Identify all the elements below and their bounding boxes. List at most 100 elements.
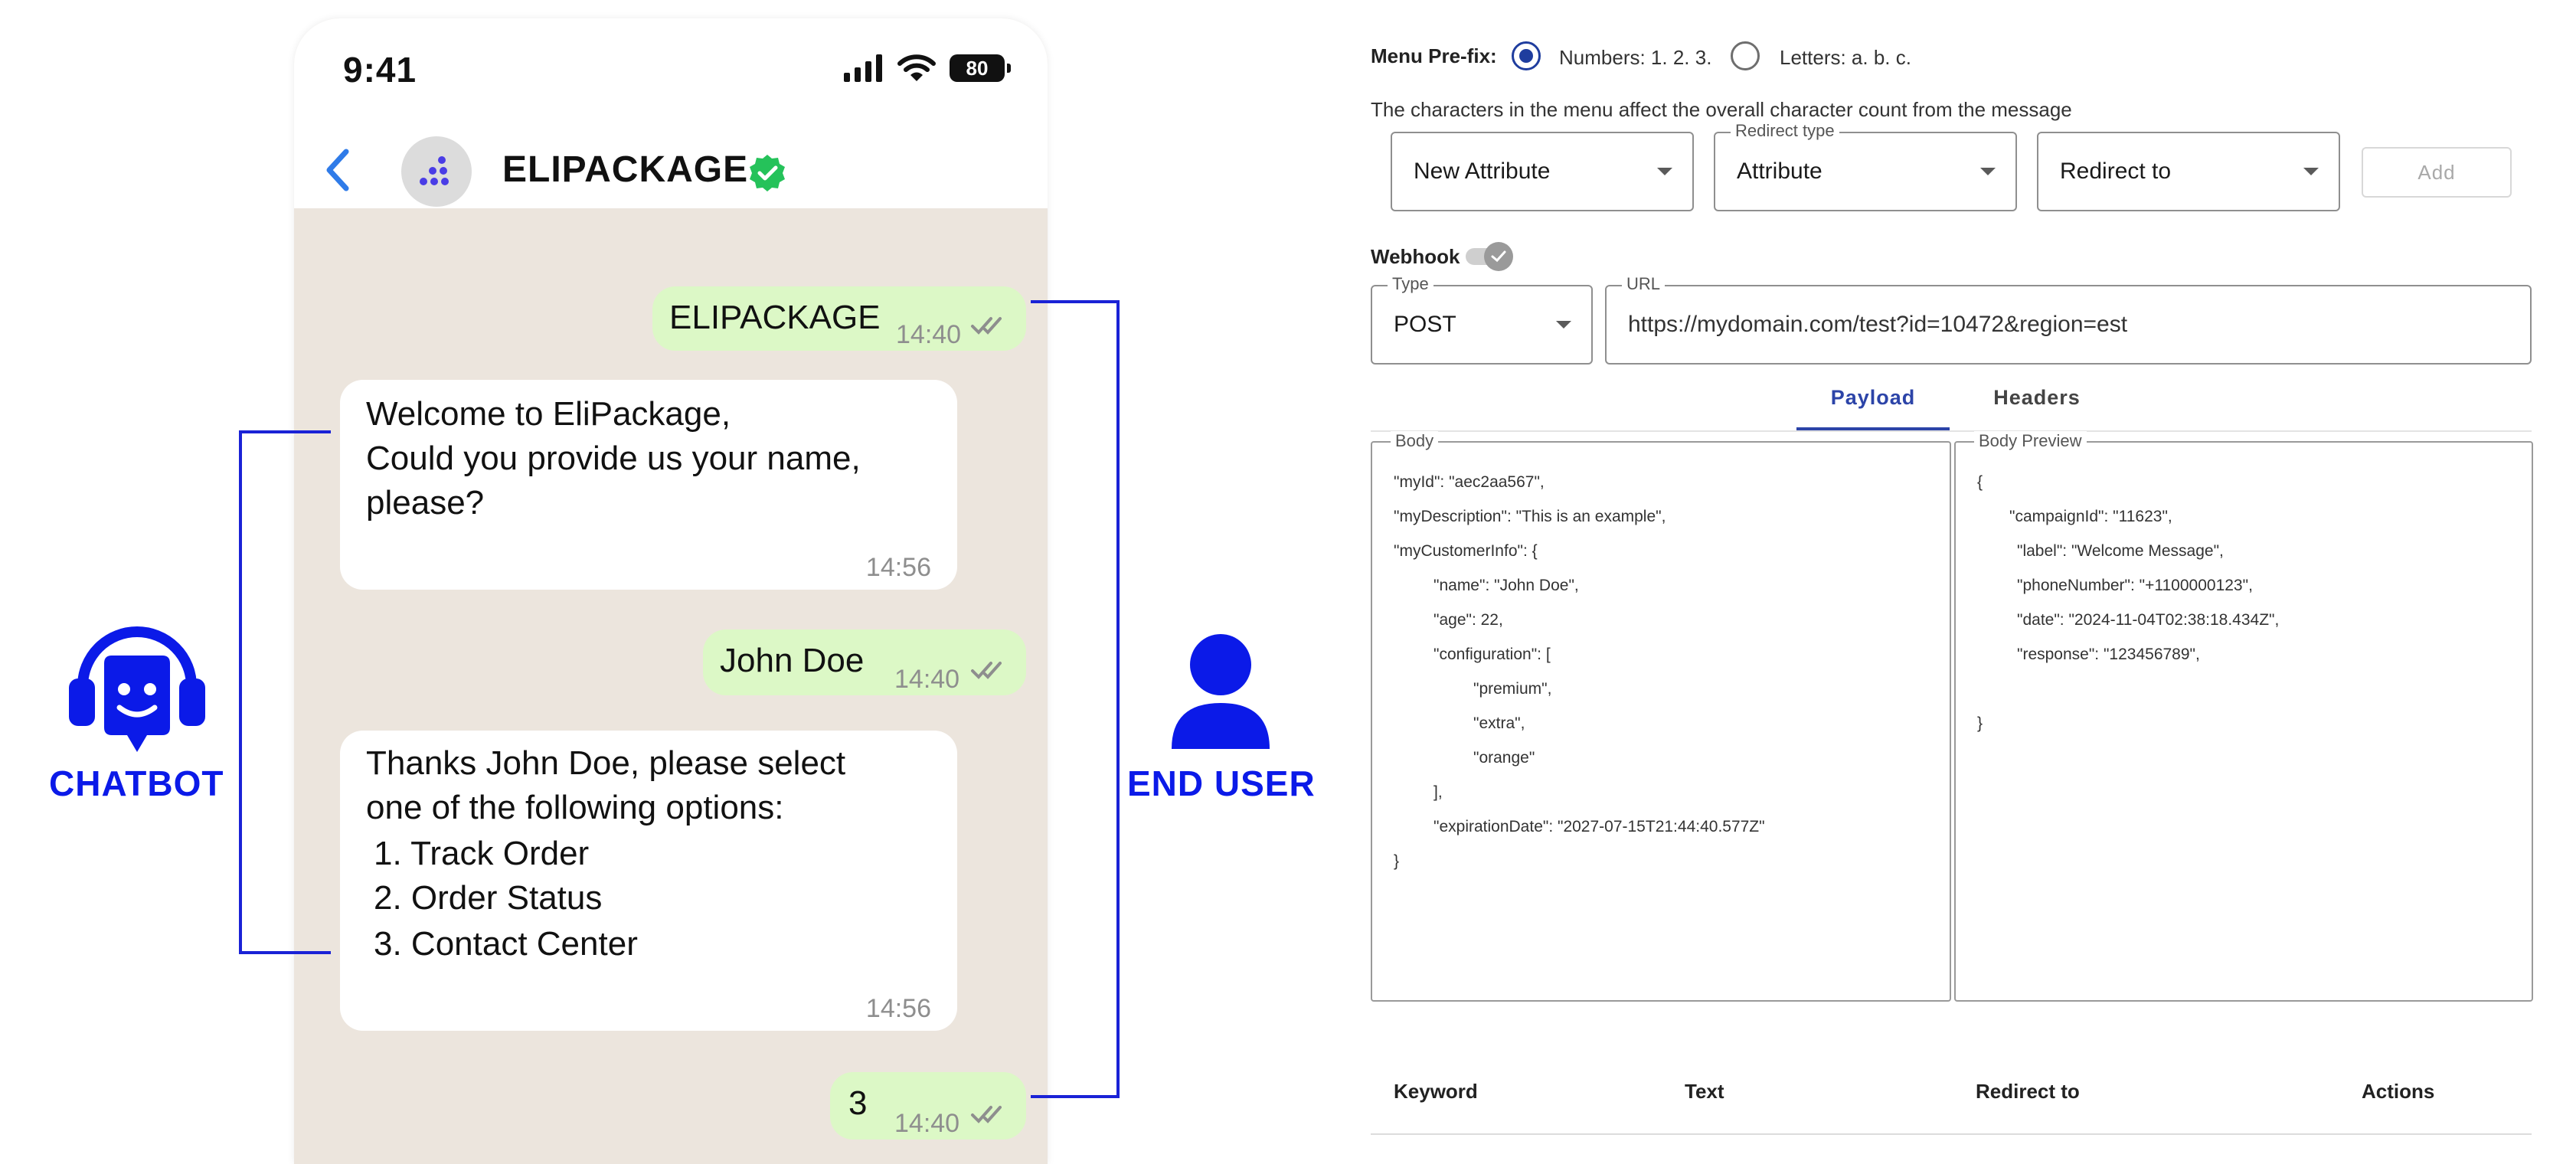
code-line: "date": "2024-11-04T02:38:18.434Z", bbox=[2017, 611, 2280, 629]
table-header-text: Text bbox=[1685, 1080, 1724, 1103]
code-line: "name": "John Doe", bbox=[1433, 577, 1579, 594]
wifi-icon bbox=[897, 54, 936, 81]
double-check-icon bbox=[971, 317, 1002, 335]
message-time: 14:40 bbox=[896, 320, 962, 349]
double-check-icon bbox=[971, 1106, 1002, 1123]
code-line: "configuration": [ bbox=[1433, 646, 1551, 663]
message-bubble-outgoing: John Doe 14:40 bbox=[703, 629, 1026, 695]
body-preview-legend: Body Preview bbox=[1974, 431, 2087, 451]
phone-mockup: 9:41 80 ELIPACKAGE ELIPACKAGE 14:40 Welc… bbox=[294, 18, 1048, 1164]
end-user-label: END USER bbox=[1127, 763, 1316, 803]
message-text: 3 bbox=[848, 1084, 868, 1122]
chatbot-bracket bbox=[239, 430, 331, 954]
chat-area: ELIPACKAGE 14:40 Welcome to EliPackage, … bbox=[294, 208, 1048, 1164]
code-line: "orange" bbox=[1473, 749, 1535, 767]
message-line: Thanks John Doe, please select bbox=[366, 744, 846, 782]
code-line: "myDescription": "This is an example", bbox=[1394, 508, 1666, 525]
code-line: "age": 22, bbox=[1433, 611, 1503, 629]
code-line: "label": "Welcome Message", bbox=[2017, 542, 2224, 560]
webhook-toggle[interactable] bbox=[1461, 240, 1515, 271]
body-preview: Body Preview { "campaignId": "11623", "l… bbox=[1954, 431, 2533, 1002]
chevron-down-icon bbox=[1556, 321, 1571, 329]
redirect-to-select[interactable]: Redirect to bbox=[2037, 132, 2340, 211]
chevron-down-icon bbox=[1657, 168, 1672, 175]
back-arrow-icon[interactable] bbox=[320, 147, 358, 193]
code-line: } bbox=[1394, 852, 1400, 870]
end-user-bracket bbox=[1031, 300, 1120, 1098]
message-bubble-incoming: Welcome to EliPackage, Could you provide… bbox=[340, 380, 957, 590]
message-text: ELIPACKAGE bbox=[669, 299, 881, 336]
code-line: } bbox=[1977, 714, 1983, 732]
chat-header: ELIPACKAGE bbox=[294, 126, 1048, 208]
status-time: 9:41 bbox=[343, 50, 417, 90]
menu-hint-text: The characters in the menu affect the ov… bbox=[1371, 98, 2072, 121]
check-icon bbox=[1491, 250, 1506, 263]
redirect-to-value: Redirect to bbox=[2060, 159, 2172, 184]
code-line: ], bbox=[1433, 783, 1443, 801]
menu-prefix-label: Menu Pre-fix: bbox=[1371, 44, 1497, 67]
redirect-type-select[interactable]: Redirect type Attribute bbox=[1714, 121, 2017, 211]
body-editor[interactable]: Body "myId": "aec2aa567", "myDescription… bbox=[1371, 431, 1951, 1002]
tab-payload[interactable]: Payload bbox=[1796, 386, 1950, 410]
end-user-person-icon bbox=[1172, 634, 1270, 749]
code-line: "phoneNumber": "+1100000123", bbox=[2017, 577, 2253, 594]
message-line: 1. Track Order bbox=[374, 835, 590, 872]
message-line: Welcome to EliPackage, bbox=[366, 395, 731, 433]
message-time: 14:40 bbox=[894, 1109, 960, 1138]
code-line: "campaignId": "11623", bbox=[2009, 508, 2172, 525]
tab-headers[interactable]: Headers bbox=[1960, 386, 2113, 410]
tabs-divider bbox=[1371, 430, 2532, 432]
avatar[interactable] bbox=[401, 136, 472, 207]
code-line: "myCustomerInfo": { bbox=[1394, 542, 1538, 560]
verified-badge-icon bbox=[750, 155, 785, 191]
type-select[interactable]: Type POST bbox=[1371, 274, 1593, 365]
code-line: "extra", bbox=[1473, 714, 1525, 732]
message-bubble-outgoing: 3 14:40 bbox=[830, 1072, 1026, 1139]
message-line: please? bbox=[366, 484, 485, 522]
message-line: Could you provide us your name, bbox=[366, 440, 861, 477]
url-value: https://mydomain.com/test?id=10472&regio… bbox=[1628, 312, 2128, 337]
battery-icon: 80 bbox=[950, 54, 1011, 82]
webhook-label: Webhook bbox=[1371, 245, 1460, 268]
table-header-keyword: Keyword bbox=[1394, 1080, 1478, 1103]
chevron-down-icon bbox=[1980, 168, 1996, 175]
attribute-select[interactable]: New Attribute bbox=[1391, 132, 1694, 211]
message-bubble-outgoing: ELIPACKAGE 14:40 bbox=[652, 286, 1026, 351]
double-check-icon bbox=[971, 662, 1002, 679]
code-line: "premium", bbox=[1473, 680, 1552, 698]
tab-payload-indicator bbox=[1796, 427, 1950, 430]
message-line: one of the following options: bbox=[366, 789, 784, 826]
redirect-type-value: Attribute bbox=[1737, 159, 1822, 184]
code-line: { bbox=[1977, 473, 1983, 491]
eli-logo-icon bbox=[420, 156, 449, 185]
url-input[interactable]: URL https://mydomain.com/test?id=10472&r… bbox=[1605, 274, 2532, 365]
add-button[interactable]: Add bbox=[2362, 147, 2512, 198]
radio-numbers[interactable] bbox=[1512, 41, 1541, 70]
code-line: "expirationDate": "2027-07-15T21:44:40.5… bbox=[1433, 818, 1765, 835]
message-line: 2. Order Status bbox=[374, 879, 603, 917]
message-bubble-incoming: Thanks John Doe, please select one of th… bbox=[340, 731, 957, 1031]
chevron-down-icon bbox=[2303, 168, 2319, 175]
radio-letters[interactable] bbox=[1731, 41, 1760, 70]
table-divider bbox=[1371, 1133, 2532, 1135]
message-text: John Doe bbox=[720, 642, 865, 679]
settings-panel: Menu Pre-fix: Numbers: 1. 2. 3. Letters:… bbox=[1371, 0, 2576, 1164]
chat-contact-name: ELIPACKAGE bbox=[502, 149, 749, 190]
option-letters-label: Letters: a. b. c. bbox=[1780, 46, 1911, 69]
message-line: 3. Contact Center bbox=[374, 925, 638, 963]
option-numbers-label: Numbers: 1. 2. 3. bbox=[1559, 46, 1712, 69]
chatbot-label: CHATBOT bbox=[49, 763, 224, 803]
signal-icon bbox=[844, 54, 882, 82]
message-time: 14:56 bbox=[865, 994, 931, 1023]
chatbot-headset-icon bbox=[69, 626, 205, 752]
phone-header-area: 9:41 80 ELIPACKAGE bbox=[294, 18, 1048, 208]
attribute-select-value: New Attribute bbox=[1414, 159, 1551, 184]
message-time: 14:56 bbox=[865, 553, 931, 582]
message-time: 14:40 bbox=[894, 665, 960, 694]
table-header-redirect-to: Redirect to bbox=[1976, 1080, 2080, 1103]
type-value: POST bbox=[1394, 312, 1456, 337]
code-line: "myId": "aec2aa567", bbox=[1394, 473, 1545, 491]
body-legend: Body bbox=[1391, 431, 1439, 451]
table-header-actions: Actions bbox=[2362, 1080, 2435, 1103]
status-icons: 80 bbox=[844, 54, 1011, 83]
